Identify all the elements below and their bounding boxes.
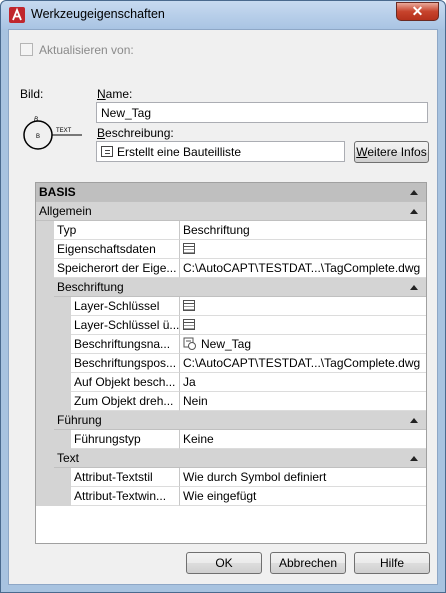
property-name: Eigenschaftsdaten: [54, 240, 180, 259]
autocad-app-icon: [9, 7, 25, 23]
collapse-arrow-icon[interactable]: [410, 456, 418, 461]
more-info-button[interactable]: Weitere Infos: [354, 141, 429, 163]
tag-preview-image: B B TEXT: [23, 117, 82, 150]
image-label: Bild:: [20, 87, 44, 101]
property-value[interactable]: Nein: [180, 392, 426, 411]
property-row[interactable]: Führungstyp Keine: [36, 430, 426, 449]
ok-button[interactable]: OK: [186, 552, 262, 574]
property-value[interactable]: Keine: [180, 430, 426, 449]
update-from-checkbox[interactable]: [20, 43, 33, 56]
tag-name-value: New_Tag: [201, 337, 252, 351]
property-name: Layer-Schlüssel: [71, 297, 180, 316]
property-value[interactable]: Wie durch Symbol definiert: [180, 468, 426, 487]
property-row[interactable]: Speicherort der Eige... C:\AutoCAPT\TEST…: [36, 259, 426, 278]
property-row[interactable]: Attribut-Textwin... Wie eingefügt: [36, 487, 426, 506]
property-value[interactable]: Ja: [180, 373, 426, 392]
svg-text:B: B: [34, 117, 38, 123]
property-row[interactable]: Beschriftungspos... C:\AutoCAPT\TESTDAT.…: [36, 354, 426, 373]
property-row[interactable]: Beschriftungsna... New_Tag: [36, 335, 426, 354]
property-name: Typ: [54, 221, 180, 240]
section-fuehrung[interactable]: Führung: [54, 411, 426, 430]
property-row[interactable]: Auf Objekt besch... Ja: [36, 373, 426, 392]
property-row[interactable]: Layer-Schlüssel ü...: [36, 316, 426, 335]
property-row[interactable]: Eigenschaftsdaten: [36, 240, 426, 259]
property-value[interactable]: Beschriftung: [180, 221, 426, 240]
table-icon[interactable]: [183, 319, 195, 330]
section-beschriftung[interactable]: Beschriftung: [54, 278, 426, 297]
window-title: Werkzeugeigenschaften: [31, 7, 165, 21]
property-name: Attribut-Textwin...: [71, 487, 180, 506]
description-label: Beschreibung:: [97, 126, 174, 140]
property-name: Beschriftungsna...: [71, 335, 180, 354]
property-value[interactable]: New_Tag: [180, 335, 426, 354]
section-beschriftung-label: Beschriftung: [57, 280, 124, 294]
property-name: Speicherort der Eige...: [54, 259, 180, 278]
collapse-arrow-icon[interactable]: [410, 418, 418, 423]
help-button[interactable]: Hilfe: [354, 552, 430, 574]
property-grid: BASIS Allgemein Typ Beschriftung Eigensc…: [35, 182, 427, 544]
property-value[interactable]: Wie eingefügt: [180, 487, 426, 506]
property-name: Führungstyp: [71, 430, 180, 449]
section-allgemein[interactable]: Allgemein: [36, 202, 426, 221]
update-from-row: Aktualisieren von:: [20, 43, 134, 57]
property-value[interactable]: C:\AutoCAPT\TESTDAT...\TagComplete.dwg: [180, 354, 426, 373]
property-name: Layer-Schlüssel ü...: [71, 316, 180, 335]
property-value[interactable]: [180, 316, 426, 335]
description-edit-icon: [101, 146, 113, 157]
close-button[interactable]: ✕: [396, 2, 439, 21]
update-from-label: Aktualisieren von:: [39, 43, 134, 57]
property-name: Attribut-Textstil: [71, 468, 180, 487]
property-value[interactable]: [180, 240, 426, 259]
section-fuehrung-label: Führung: [57, 413, 102, 427]
description-input[interactable]: Erstellt eine Bauteilliste: [96, 141, 345, 162]
collapse-arrow-icon[interactable]: [410, 190, 418, 195]
collapse-arrow-icon[interactable]: [410, 285, 418, 290]
description-text: Erstellt eine Bauteilliste: [117, 145, 242, 159]
tag-icon: [183, 337, 196, 350]
property-name: Zum Objekt dreh...: [71, 392, 180, 411]
property-row[interactable]: Typ Beschriftung: [36, 221, 426, 240]
svg-text:TEXT: TEXT: [56, 128, 72, 134]
properties-dialog: Werkzeugeigenschaften ✕ Aktualisieren vo…: [0, 0, 446, 593]
property-name: Beschriftungspos...: [71, 354, 180, 373]
dialog-body: Aktualisieren von: Bild: B B TEXT Name: …: [8, 29, 438, 585]
collapse-arrow-icon[interactable]: [410, 209, 418, 214]
section-basis[interactable]: BASIS: [36, 183, 426, 202]
property-row[interactable]: Attribut-Textstil Wie durch Symbol defin…: [36, 468, 426, 487]
property-name: Auf Objekt besch...: [71, 373, 180, 392]
svg-text:B: B: [36, 134, 40, 140]
name-label: Name:: [97, 87, 133, 101]
property-row[interactable]: Layer-Schlüssel: [36, 297, 426, 316]
section-text-label: Text: [57, 451, 80, 465]
section-basis-label: BASIS: [39, 185, 76, 199]
table-icon[interactable]: [183, 300, 195, 311]
title-bar[interactable]: Werkzeugeigenschaften ✕: [1, 1, 445, 29]
property-row[interactable]: Zum Objekt dreh... Nein: [36, 392, 426, 411]
table-icon[interactable]: [183, 243, 195, 254]
name-input[interactable]: New_Tag: [96, 102, 428, 123]
section-text[interactable]: Text: [54, 449, 426, 468]
section-allgemein-label: Allgemein: [39, 204, 92, 218]
cancel-button[interactable]: Abbrechen: [270, 552, 346, 574]
property-value[interactable]: [180, 297, 426, 316]
property-value[interactable]: C:\AutoCAPT\TESTDAT...\TagComplete.dwg: [180, 259, 426, 278]
